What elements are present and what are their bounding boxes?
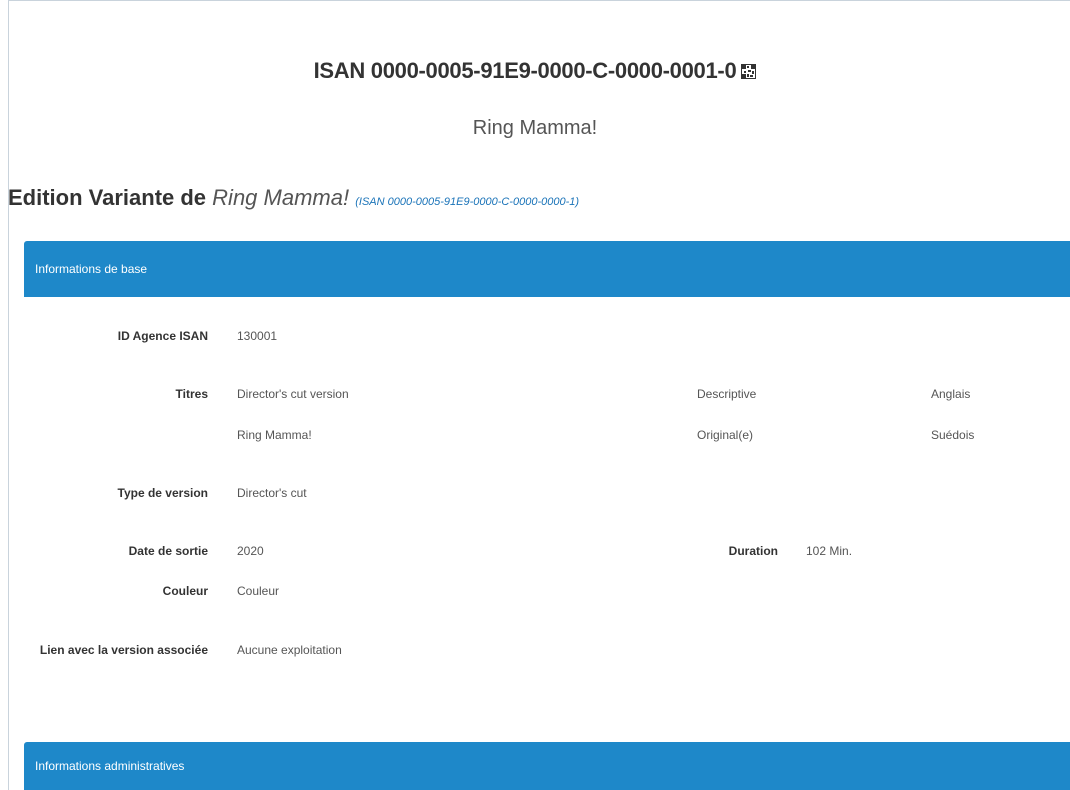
related-version-link-value: Aucune exploitation: [237, 643, 342, 657]
title-row-1-title: Director's cut version: [237, 387, 349, 401]
agency-id-value: 130001: [237, 329, 278, 343]
isan-number: ISAN 0000-0005-91E9-0000-C-0000-0001-0: [313, 58, 737, 83]
panel-header-base-info[interactable]: Informations de base: [24, 241, 1070, 297]
work-title: Ring Mamma!: [472, 117, 598, 139]
title-row-2-title: Ring Mamma!: [237, 428, 312, 442]
title-row-2-type: Original(e): [697, 428, 754, 442]
edition-label: Edition Variante de: [8, 185, 207, 210]
title-row-2-language: Suédois: [931, 428, 975, 442]
related-version-link-label: Lien avec la version associée: [39, 643, 208, 657]
version-type-label: Type de version: [117, 486, 208, 500]
parent-title: Ring Mamma!: [212, 185, 350, 210]
release-date-value: 2020: [237, 544, 264, 558]
colour-value: Couleur: [237, 584, 280, 598]
title-row-1-language: Anglais: [931, 387, 971, 401]
titles-label: Titres: [175, 387, 208, 401]
title-row-1-type: Descriptive: [697, 387, 757, 401]
version-type-value: Director's cut: [237, 486, 307, 500]
panel-title-admin-info: Informations administratives: [35, 759, 185, 773]
parent-isan-link[interactable]: (ISAN 0000-0005-91E9-0000-C-0000-0000-1): [355, 196, 579, 208]
isan-header: ISAN 0000-0005-91E9-0000-C-0000-0001-0: [0, 58, 1070, 84]
panel-title-base-info: Informations de base: [35, 262, 148, 276]
edition-heading: Edition Variante de Ring Mamma! (ISAN 00…: [8, 185, 579, 211]
release-date-label: Date de sortie: [128, 544, 208, 558]
duration-label: Duration: [728, 544, 778, 558]
panel-header-admin-info[interactable]: Informations administratives: [24, 742, 1070, 790]
agency-id-label: ID Agence ISAN: [117, 329, 208, 343]
colour-label: Couleur: [162, 584, 208, 598]
qr-code-icon[interactable]: [741, 64, 757, 79]
duration-value: 102 Min.: [806, 544, 853, 558]
